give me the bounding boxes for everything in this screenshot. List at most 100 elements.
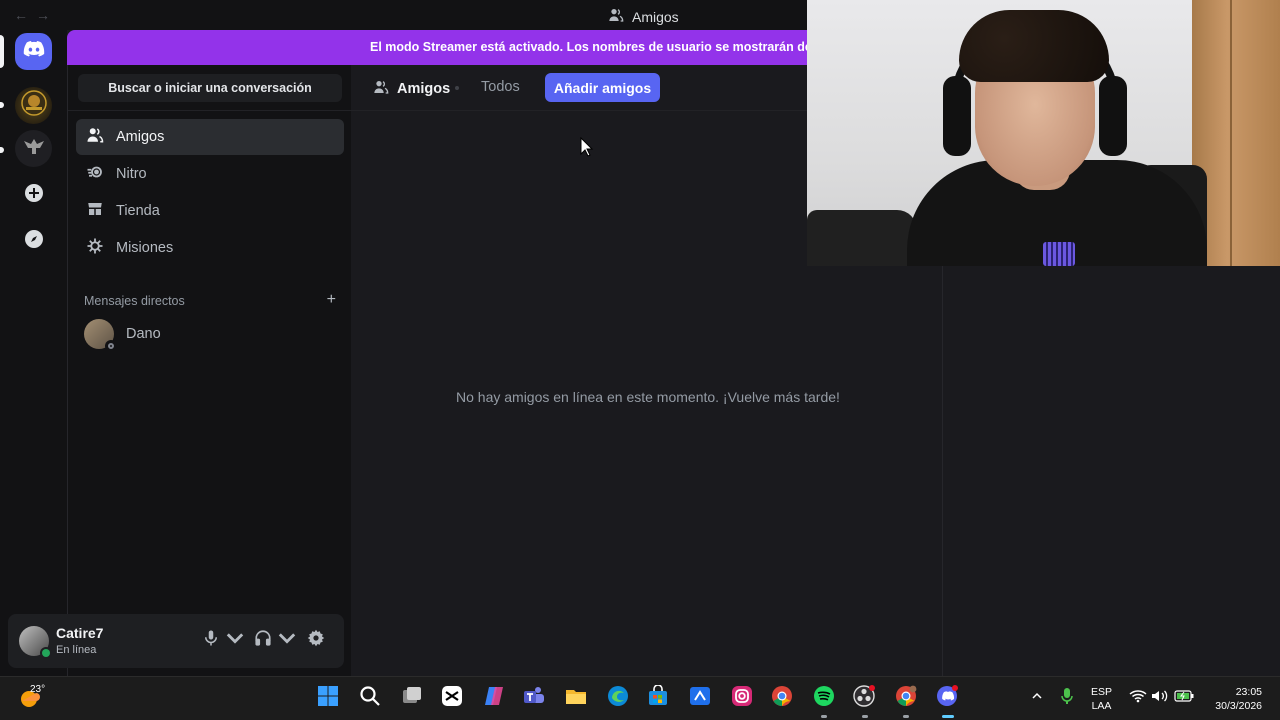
wifi-icon: [1129, 689, 1147, 708]
instagram-app[interactable]: [730, 685, 754, 712]
sidebar-item-nitro[interactable]: Nitro: [76, 156, 344, 192]
online-status-icon: [40, 647, 52, 659]
sidebar-item-friends[interactable]: Amigos: [76, 119, 344, 155]
eagle-emblem-icon: [21, 133, 47, 164]
task-view-icon: [401, 685, 423, 712]
discord-logo-icon: [936, 684, 958, 712]
sidebar-item-shop[interactable]: Tienda: [76, 193, 344, 229]
settings-button[interactable]: [307, 629, 325, 650]
language-indicator[interactable]: ESP LAA: [1091, 685, 1112, 713]
friends-icon: [373, 79, 389, 99]
home-button[interactable]: [15, 33, 52, 70]
clock[interactable]: 23:05 30/3/2026: [1206, 685, 1262, 713]
add-friend-button[interactable]: Añadir amigos: [545, 73, 660, 102]
explore-button[interactable]: [15, 223, 52, 260]
user-avatar[interactable]: [19, 626, 52, 659]
history-arrows[interactable]: ←→: [14, 7, 58, 23]
banner-text: El modo Streamer está activado. Los nomb…: [370, 40, 807, 54]
server-icon-2[interactable]: [15, 130, 52, 167]
spotify-app[interactable]: [812, 685, 836, 712]
plus-circle-icon: [24, 183, 44, 208]
friends-icon: [608, 7, 624, 26]
volume-button[interactable]: [1151, 689, 1169, 707]
webcam-overlay: [807, 0, 1280, 266]
chevron-down-icon[interactable]: [226, 629, 244, 650]
start-button[interactable]: [316, 685, 340, 712]
obs-icon: [853, 684, 875, 712]
discord-app[interactable]: [935, 684, 959, 712]
network-button[interactable]: [1129, 689, 1147, 707]
window-title: Amigos: [608, 7, 679, 26]
gear-icon: [307, 629, 325, 650]
language-code: ESP: [1091, 686, 1113, 698]
tab-separator: [455, 86, 459, 90]
sidebar-item-label: Nitro: [116, 166, 147, 182]
user-panel: Catire7 En línea: [8, 614, 344, 668]
task-view-button[interactable]: [400, 686, 424, 710]
clock-time: 23:05: [1235, 686, 1262, 698]
discord-logo-icon: [23, 41, 45, 62]
chair: [807, 210, 917, 266]
copilot-app[interactable]: [482, 686, 506, 710]
capcut-icon: [441, 685, 463, 712]
taskbar-search-button[interactable]: [358, 685, 382, 712]
divider: [68, 110, 352, 111]
server-rail: [0, 30, 67, 676]
teams-icon: [523, 685, 545, 712]
running-indicator: [903, 715, 909, 718]
unread-dot: [0, 147, 4, 153]
sidebar-item-label: Amigos: [116, 129, 165, 145]
search-icon: [359, 685, 381, 712]
microphone-in-use-button[interactable]: [1058, 687, 1076, 707]
chevron-down-icon[interactable]: [278, 629, 296, 650]
chrome-icon: [895, 685, 917, 712]
dm-list-item[interactable]: Dano: [76, 317, 344, 352]
username[interactable]: Catire7: [56, 625, 103, 641]
weather-temperature: 23°: [30, 684, 46, 695]
show-hidden-icons-button[interactable]: [1028, 689, 1046, 707]
search-conversation-button[interactable]: Buscar o iniciar una conversación: [78, 74, 342, 102]
store-icon: [647, 683, 669, 712]
windows-logo-icon: [317, 685, 339, 712]
rgb-microphone: [1043, 242, 1075, 266]
headphones-icon: [254, 629, 272, 650]
sidebar-item-quests[interactable]: Misiones: [76, 230, 344, 266]
battery-button[interactable]: [1174, 689, 1194, 707]
compass-icon: [24, 229, 44, 254]
streamer-mode-banner: El modo Streamer está activado. Los nomb…: [67, 30, 807, 65]
add-server-button[interactable]: [15, 177, 52, 214]
running-indicator: [862, 715, 868, 718]
chrome-app[interactable]: [770, 685, 794, 710]
teams-app[interactable]: [522, 686, 546, 710]
folder-icon: [565, 685, 587, 712]
obs-app[interactable]: [852, 684, 876, 712]
file-explorer-app[interactable]: [564, 686, 588, 710]
selected-indicator: [0, 35, 4, 68]
instagram-icon: [731, 685, 753, 712]
capcut-app[interactable]: [440, 685, 464, 712]
unread-dot: [0, 102, 4, 108]
tab-all[interactable]: Todos: [481, 79, 520, 95]
microsoft-store-app[interactable]: [646, 683, 670, 712]
running-indicator: [821, 715, 827, 718]
active-indicator: [942, 715, 954, 718]
user-status-text: En línea: [56, 644, 97, 656]
microphone-button[interactable]: [202, 629, 244, 650]
offline-status-icon: [105, 340, 117, 352]
chrome-profile-app[interactable]: [894, 685, 918, 712]
weather-sun-icon: [18, 691, 44, 713]
clock-date: 30/3/2026: [1215, 700, 1262, 712]
windows-taskbar: 23° ESP LAA 23:05 30/3/2026: [0, 676, 1280, 720]
headphone-right: [1099, 76, 1127, 156]
discord-window: ←→ Amigos El modo Streamer está activado…: [0, 0, 1280, 720]
headphones-button[interactable]: [254, 629, 296, 650]
create-dm-plus-icon[interactable]: +: [327, 292, 336, 308]
vscode-app[interactable]: [688, 686, 712, 710]
edge-icon: [607, 685, 629, 712]
spotify-icon: [813, 685, 835, 712]
dm-header: Mensajes directos +: [84, 292, 336, 309]
shop-icon: [86, 200, 104, 222]
edge-app[interactable]: [606, 685, 630, 712]
chevron-up-icon: [1031, 689, 1043, 707]
server-icon-1[interactable]: [15, 87, 52, 124]
